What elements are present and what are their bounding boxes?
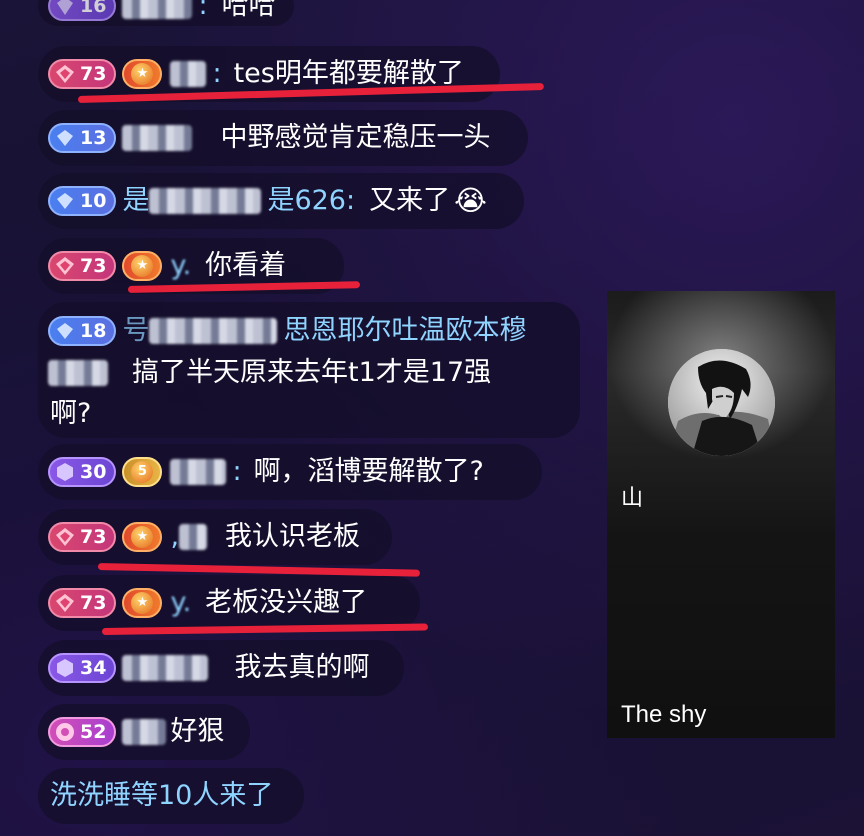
username-suffix[interactable]: y.	[170, 586, 191, 621]
crying-laughing-emoji: 😭	[454, 184, 487, 218]
fan-club-badge: ★	[122, 522, 163, 552]
system-message-text: 洗洗睡等10人来了	[50, 779, 274, 811]
masked-username[interactable]	[170, 459, 227, 485]
user-level-value: 52	[80, 720, 107, 743]
user-level-badge: 73	[48, 522, 117, 552]
card-streamer-name: The shy	[621, 701, 707, 728]
masked-username[interactable]	[122, 655, 209, 681]
message-separator: :	[198, 0, 208, 21]
username-suffix[interactable]: ,	[170, 520, 179, 555]
user-level-value: 18	[80, 319, 107, 342]
crown-gem-icon	[56, 257, 74, 275]
video-card[interactable]: 山 The shy	[607, 291, 835, 738]
message-text: 好狠	[170, 715, 225, 747]
masked-username[interactable]	[122, 125, 193, 151]
chat-message[interactable]: 30 5 : 啊，滔博要解散了?	[38, 444, 542, 500]
diamond-icon	[57, 193, 73, 209]
user-level-value: 73	[80, 525, 107, 548]
chat-list: 16 : 哈哈 73 ★ : tes明年都要解散了 13 中野感觉肯定稳压一头 …	[0, 0, 600, 836]
fan-star-icon: ★	[131, 255, 154, 277]
user-level-value: 73	[80, 254, 107, 277]
user-level-value: 10	[80, 189, 107, 212]
message-text: 我认识老板	[225, 520, 361, 552]
user-level-badge: 16	[48, 0, 117, 21]
chat-message[interactable]: 10 是 是626 : 又来了 😭	[38, 173, 524, 229]
message-separator: :	[346, 184, 356, 216]
user-level-badge: 52	[48, 717, 117, 747]
avatar[interactable]	[668, 349, 775, 456]
diamond-icon	[57, 323, 73, 339]
crown-gem-icon	[56, 65, 74, 83]
user-level-badge: 30	[48, 457, 117, 487]
fan-club-badge: ★	[122, 588, 163, 618]
message-text: 老板没兴趣了	[205, 586, 368, 618]
user-level-value: 34	[80, 656, 107, 679]
message-text-cont: 啊?	[50, 397, 92, 429]
avatar-portrait-icon	[668, 349, 775, 456]
chat-message[interactable]: 73 ★ , 我认识老板	[38, 509, 392, 565]
masked-username[interactable]	[122, 0, 193, 19]
masked-username[interactable]	[179, 524, 208, 550]
chat-message[interactable]: 18 号 思恩耶尔吐温欧本穆 搞了半天原来去年t1才是17强 啊?	[38, 302, 580, 438]
masked-username[interactable]	[122, 719, 167, 745]
message-text: 中野感觉肯定稳压一头	[220, 121, 491, 153]
diamond-icon	[57, 0, 73, 15]
hexagon-gem-icon	[57, 463, 73, 481]
masked-username[interactable]	[170, 61, 207, 87]
chat-message[interactable]: 73 ★ y. 老板没兴趣了	[38, 575, 420, 631]
username-prefix[interactable]: 是	[122, 184, 149, 219]
username-prefix[interactable]: 号	[122, 314, 149, 349]
message-text: 你看着	[205, 249, 287, 281]
flower-gem-icon	[56, 723, 74, 741]
crown-gem-icon	[56, 594, 74, 612]
message-text: 搞了半天原来去年t1才是17强	[132, 356, 492, 388]
fan-club-badge: ★	[122, 251, 163, 281]
chat-message[interactable]: 34 我去真的啊	[38, 640, 404, 696]
user-level-value: 30	[80, 460, 107, 483]
message-text: 又来了	[369, 184, 451, 216]
user-level-badge: 73	[48, 588, 117, 618]
chat-message[interactable]: 52 好狠	[38, 704, 250, 760]
masked-username-cont	[48, 360, 108, 386]
user-level-value: 16	[80, 0, 107, 17]
masked-username[interactable]	[149, 188, 262, 214]
user-level-value: 73	[80, 591, 107, 614]
chat-message[interactable]: 13 中野感觉肯定稳压一头	[38, 110, 528, 166]
message-separator: :	[212, 57, 222, 89]
fan-star-icon: ★	[131, 526, 154, 548]
user-level-value: 13	[80, 126, 107, 149]
system-message: 洗洗睡等10人来了	[38, 768, 304, 824]
message-text: 啊，滔博要解散了?	[253, 455, 484, 487]
user-level-badge: 13	[48, 123, 117, 153]
fan-star-icon: ★	[131, 63, 154, 85]
user-level-value: 73	[80, 62, 107, 85]
card-top-label: 山	[621, 486, 644, 511]
fan-star-icon: ★	[131, 592, 154, 614]
user-level-badge: 34	[48, 653, 117, 683]
message-text: 我去真的啊	[234, 651, 370, 683]
message-separator: :	[232, 455, 242, 487]
masked-username[interactable]	[149, 318, 278, 344]
user-level-badge: 73	[48, 59, 117, 89]
diamond-icon	[57, 130, 73, 146]
user-level-badge: 73	[48, 251, 117, 281]
user-level-badge: 18	[48, 316, 117, 346]
username-suffix[interactable]: 是626	[267, 184, 346, 219]
crown-gem-icon	[56, 528, 74, 546]
chat-message[interactable]: 16 : 哈哈	[38, 0, 294, 26]
message-text: 哈哈	[221, 0, 276, 21]
user-level-badge: 10	[48, 186, 117, 216]
username-suffix[interactable]: y.	[170, 249, 191, 284]
hexagon-gem-icon	[57, 659, 73, 677]
username-suffix[interactable]: 思恩耶尔吐温欧本穆	[283, 314, 526, 349]
fan-club-badge: ★	[122, 59, 163, 89]
fan-level-value: 5	[131, 461, 154, 483]
fan-club-badge: 5	[122, 457, 163, 487]
